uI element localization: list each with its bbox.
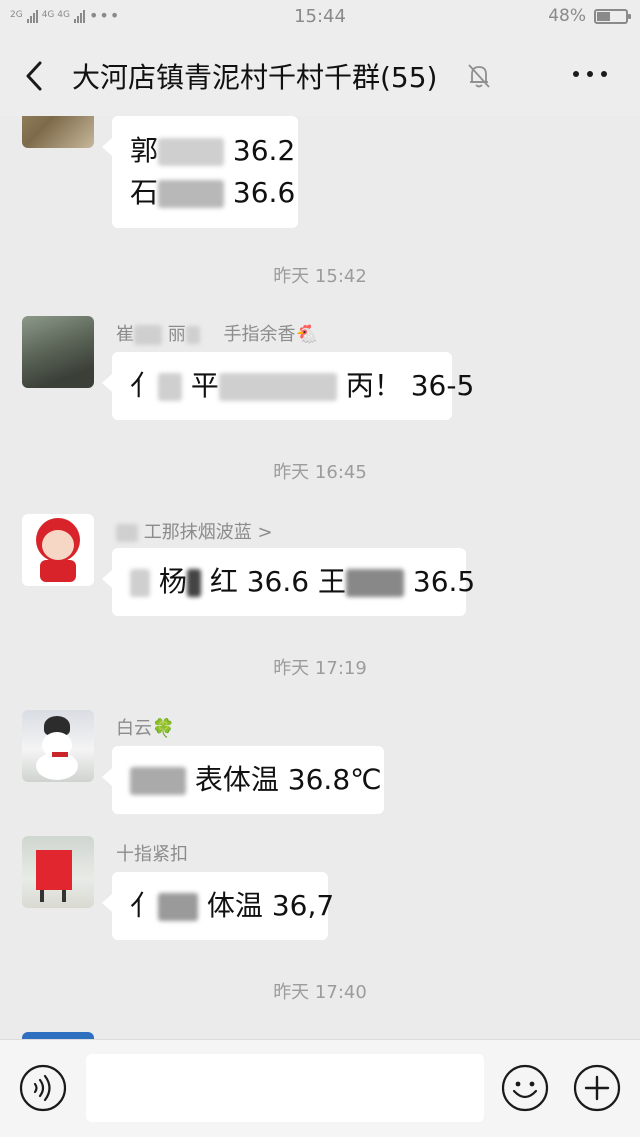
message-text-fragment: 郭 xyxy=(130,134,159,167)
sender-name: 工那抹烟波蓝 > xyxy=(116,518,273,544)
bell-mute-icon xyxy=(468,64,490,88)
timestamp: 昨天 16:45 xyxy=(273,462,367,483)
avatar[interactable] xyxy=(22,514,94,586)
message-line: 表体温 36.8℃ xyxy=(130,759,382,801)
avatar-art xyxy=(62,890,66,902)
emoji-icon[interactable] xyxy=(500,1063,550,1113)
input-bar xyxy=(0,1039,640,1137)
avatar[interactable] xyxy=(22,836,94,908)
avatar-art xyxy=(42,530,74,560)
redacted-text xyxy=(116,524,138,542)
message-line: 郭 36.2 xyxy=(130,130,295,172)
status-time: 15:44 xyxy=(294,6,346,27)
voice-icon[interactable] xyxy=(18,1063,68,1113)
message-text-fragment: 亻 xyxy=(130,369,159,402)
avatar-art xyxy=(36,850,72,890)
chat-screen: 2G 4G 4G ••• 15:44 48% 大河店镇青泥村千村千群(55) 郭… xyxy=(0,0,640,1137)
redacted-text xyxy=(134,325,162,345)
sender-name-fragment: 丽 xyxy=(167,324,186,345)
message-line: 亻 体温 36,7 xyxy=(130,885,334,927)
avatar-art xyxy=(40,890,44,902)
title-bar: 大河店镇青泥村千村千群(55) xyxy=(0,36,640,116)
message-line: 石 36.6 xyxy=(130,172,295,214)
avatar[interactable] xyxy=(22,116,94,148)
redacted-text xyxy=(218,373,337,401)
avatar-art xyxy=(40,560,76,582)
chevron-left-icon[interactable] xyxy=(20,58,50,94)
battery-icon xyxy=(594,8,631,24)
sender-name: 白云🍀 xyxy=(116,718,175,739)
message-text-fragment: 亻 xyxy=(130,889,159,922)
sender-name: 十指紧扣 xyxy=(116,844,188,865)
message-input[interactable] xyxy=(86,1054,484,1122)
message-bubble[interactable]: 杨 红 36.6 王 36.5 xyxy=(102,548,475,616)
avatar[interactable] xyxy=(22,710,94,782)
redacted-text xyxy=(130,569,150,597)
message-text-fragment: 王 xyxy=(317,565,346,598)
message-line: 亻 平 丙！ 36-5 xyxy=(130,365,474,407)
redacted-text xyxy=(158,373,183,401)
message-text-fragment: 红 36.6 xyxy=(209,565,310,598)
avatar[interactable] xyxy=(22,316,94,388)
redacted-text xyxy=(158,180,225,208)
redacted-text xyxy=(130,767,186,795)
message-bubble[interactable]: 表体温 36.8℃ xyxy=(102,746,384,814)
status-right: 48% xyxy=(548,6,631,26)
redacted-text xyxy=(158,138,225,166)
sender-name-fragment: 手指余香🐔 xyxy=(223,324,318,345)
message-bubble[interactable]: 郭 36.2 石 36.6 xyxy=(102,116,298,228)
sender-name-fragment: 工那抹烟波蓝 > xyxy=(143,522,273,543)
avatar-art xyxy=(52,752,68,757)
avatar[interactable] xyxy=(22,1032,94,1039)
message-bubble[interactable]: 亻 体温 36,7 xyxy=(102,872,334,940)
message-text-fragment: 体温 36,7 xyxy=(206,889,335,922)
sender-name: 崔 丽 手指余香🐔 xyxy=(116,320,318,346)
battery-percent: 48% xyxy=(548,6,586,26)
more-dots-icon[interactable] xyxy=(570,64,610,84)
message-text-fragment: 36.2 xyxy=(232,134,296,167)
timestamp: 昨天 17:19 xyxy=(273,658,367,679)
battery-fill xyxy=(597,11,611,21)
message-text-fragment: 36.5 xyxy=(412,565,476,598)
redacted-text xyxy=(186,569,201,597)
message-bubble[interactable]: 亻 平 丙！ 36-5 xyxy=(102,352,474,420)
sender-name-fragment: 崔 xyxy=(116,324,134,345)
status-bar: 2G 4G 4G ••• 15:44 48% xyxy=(0,0,640,36)
plus-icon[interactable] xyxy=(572,1063,622,1113)
message-list[interactable]: 郭 36.2 石 36.6 昨天 15:42 崔 丽 手指余香🐔 亻 平 丙！ … xyxy=(0,116,640,1039)
message-line: 杨 红 36.6 王 36.5 xyxy=(130,561,475,603)
redacted-text xyxy=(346,569,404,597)
message-text-fragment: 石 xyxy=(130,176,159,209)
timestamp: 昨天 17:40 xyxy=(273,982,367,1003)
message-text-fragment: 表体温 36.8℃ xyxy=(194,763,382,796)
chat-title: 大河店镇青泥村千村千群(55) xyxy=(72,61,438,94)
timestamp: 昨天 15:42 xyxy=(273,266,367,287)
message-text-fragment: 杨 xyxy=(158,565,187,598)
redacted-text xyxy=(185,326,200,344)
redacted-text xyxy=(158,893,199,921)
message-text-fragment: 丙！ 36-5 xyxy=(345,369,475,402)
message-text-fragment: 36.6 xyxy=(232,176,296,209)
message-text-fragment: 平 xyxy=(190,369,219,402)
